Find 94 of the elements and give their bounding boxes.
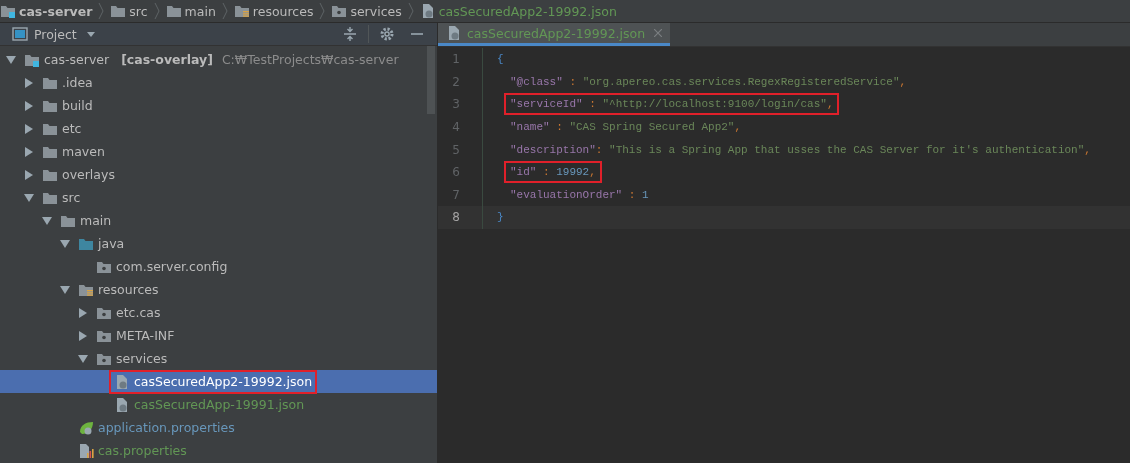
- selected-tree-row[interactable]: casSecuredApp2-19992.json: [0, 370, 437, 393]
- tree-item-label: com.server.config: [116, 259, 228, 274]
- highlighted-code: "serviceId" : "^http://localhost:9100/login/cas",: [504, 93, 840, 116]
- code-line: "description": "This is a Spring App that usses the CAS Server for it's authentication",: [510, 143, 1091, 156]
- breadcrumb-item[interactable]: casSecuredApp2-19992.json: [438, 3, 617, 19]
- tree-row[interactable]: cas.properties: [0, 439, 437, 462]
- tree-item-label: casSecuredApp-19991.json: [134, 397, 305, 412]
- highlighted-code: "id" : 19992,: [504, 161, 602, 184]
- tree-row[interactable]: java: [0, 232, 437, 255]
- project-path: C:₩TestProjects₩cas-server: [221, 52, 399, 67]
- tree-row[interactable]: overlays: [0, 163, 437, 186]
- tree-row[interactable]: etc: [0, 117, 437, 140]
- breadcrumb-item[interactable]: main: [184, 3, 216, 19]
- expanded-arrow-icon[interactable]: [24, 192, 34, 203]
- module-folder-icon: [0, 3, 16, 19]
- tree-row[interactable]: application.properties: [0, 416, 437, 439]
- tree-row[interactable]: META-INF: [0, 324, 437, 347]
- tree-item-label: resources: [98, 282, 159, 297]
- tree-row[interactable]: com.server.config: [0, 255, 437, 278]
- code-line: "evaluationOrder" : 1: [510, 188, 649, 201]
- chevron-icon: [153, 1, 160, 21]
- expanded-arrow-icon[interactable]: [6, 54, 16, 65]
- tree-row[interactable]: main: [0, 209, 437, 232]
- tree-item-label: application.properties: [98, 420, 235, 435]
- window-icon: [12, 26, 28, 42]
- tree-row[interactable]: maven: [0, 140, 437, 163]
- chevron-icon: [98, 1, 105, 21]
- tree-item-label: etc: [62, 121, 82, 136]
- resources-folder-icon: [233, 3, 250, 19]
- leaf-icon: [78, 419, 94, 436]
- tree-item-label: cas-server: [44, 52, 110, 67]
- tree-item-label: services: [116, 351, 168, 366]
- tree-row[interactable]: build: [0, 94, 437, 117]
- folder-icon: [165, 3, 182, 19]
- tree-item-label: overlays: [62, 167, 115, 182]
- json-file-icon: [114, 396, 130, 413]
- expanded-arrow-icon[interactable]: [42, 215, 52, 226]
- chevron-icon: [407, 1, 414, 21]
- tree-item-label: java: [98, 236, 125, 251]
- chevron-icon: [221, 1, 228, 21]
- tree-item-label: main: [80, 213, 112, 228]
- expanded-arrow-icon[interactable]: [60, 284, 70, 295]
- line-number: 8: [451, 210, 460, 225]
- collapsed-arrow-icon[interactable]: [24, 100, 34, 111]
- tree-row[interactable]: casSecuredApp-19991.json: [0, 393, 437, 416]
- folder-icon: [110, 3, 127, 19]
- tree-item-label: casSecuredApp2-19992.json: [134, 374, 313, 389]
- module-name: [cas-overlay]: [121, 52, 213, 67]
- expanded-arrow-icon[interactable]: [78, 353, 88, 364]
- tree-item-label: build: [62, 98, 93, 113]
- line-number: 3: [451, 97, 460, 112]
- properties-file-icon: [78, 442, 94, 459]
- tree-item-label: src: [62, 190, 81, 205]
- collapsed-arrow-icon[interactable]: [78, 307, 88, 318]
- tree-row[interactable]: resources: [0, 278, 437, 301]
- collapse-all-icon[interactable]: [343, 27, 357, 41]
- scrollbar[interactable]: [427, 46, 435, 114]
- chevron-icon: [319, 1, 326, 21]
- tree-row[interactable]: .idea: [0, 71, 437, 94]
- collapsed-arrow-icon[interactable]: [24, 123, 34, 134]
- code-line: }: [497, 211, 504, 224]
- code-line: "@class" : "org.apereo.cas.services.RegexRegisteredService",: [510, 75, 907, 88]
- collapsed-arrow-icon[interactable]: [78, 330, 88, 341]
- tree-item-label: .idea: [62, 75, 93, 90]
- breadcrumb-item[interactable]: cas-server: [19, 3, 93, 19]
- line-number: 7: [451, 187, 460, 202]
- breadcrumb-item[interactable]: resources: [252, 3, 314, 19]
- view-selector[interactable]: Project: [34, 26, 77, 42]
- collapsed-arrow-icon[interactable]: [24, 146, 34, 157]
- tree-row[interactable]: services: [0, 347, 437, 370]
- breadcrumb-item[interactable]: src: [129, 3, 148, 19]
- tree-row[interactable]: cas-server [cas-overlay] C:₩TestProjects₩cas-server: [0, 48, 437, 71]
- line-number: 6: [451, 165, 460, 180]
- settings-icon[interactable]: [380, 27, 394, 41]
- tree-item-label: etc.cas: [116, 305, 161, 320]
- json-file-icon: [446, 25, 462, 41]
- code-line: {: [497, 53, 504, 66]
- tree-row[interactable]: etc.cas: [0, 301, 437, 324]
- line-number: 1: [451, 52, 460, 67]
- package-folder-icon: [331, 3, 348, 19]
- json-file-icon: [114, 373, 130, 390]
- line-number: 5: [451, 142, 460, 157]
- collapsed-arrow-icon[interactable]: [24, 169, 34, 180]
- breadcrumb-item[interactable]: services: [350, 3, 402, 19]
- collapsed-arrow-icon[interactable]: [24, 77, 34, 88]
- line-number: 2: [451, 74, 460, 89]
- tree-item-label: maven: [62, 144, 105, 159]
- tree-row[interactable]: src: [0, 186, 437, 209]
- expanded-arrow-icon[interactable]: [60, 238, 70, 249]
- line-number: 4: [451, 120, 460, 135]
- tree-item-label: cas.properties: [98, 443, 187, 458]
- code-line: "name" : "CAS Spring Secured App2",: [510, 121, 742, 134]
- caret-icon[interactable]: [86, 31, 95, 37]
- tree-item-label: META-INF: [116, 328, 175, 343]
